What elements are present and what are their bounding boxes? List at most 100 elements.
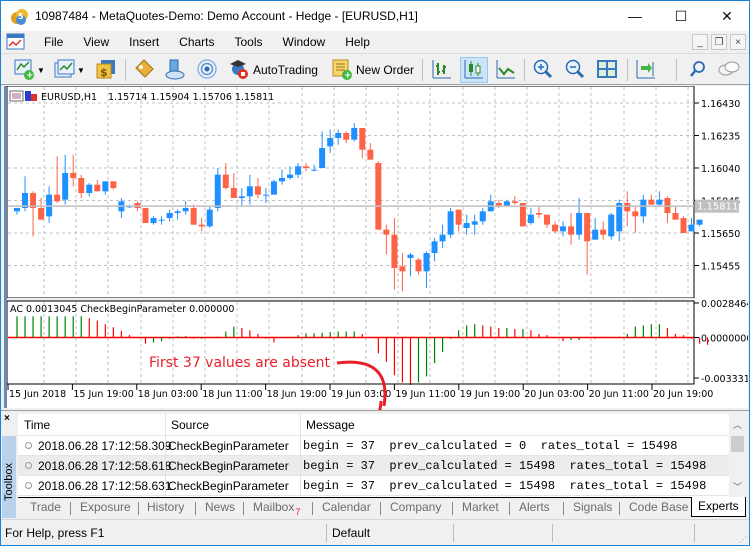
- menu-insert[interactable]: Insert: [119, 31, 169, 53]
- status-profile[interactable]: Default: [332, 526, 370, 540]
- zoom-out-button[interactable]: [564, 57, 586, 83]
- scroll-up-icon[interactable]: ︿: [729, 418, 746, 434]
- dropdown-arrow-icon[interactable]: ▼: [37, 66, 45, 75]
- candle: [142, 208, 149, 223]
- candle-body: [38, 208, 45, 220]
- tab-history[interactable]: History: [147, 500, 184, 514]
- bar-chart-button[interactable]: [429, 57, 455, 83]
- autotrading-button[interactable]: AutoTrading: [228, 57, 318, 83]
- candle-body: [278, 178, 285, 182]
- dropdown-arrow-icon[interactable]: ▼: [77, 66, 85, 75]
- price-axis-label: 1.16430: [701, 99, 740, 110]
- column-header-time[interactable]: Time: [24, 418, 50, 432]
- price-axis-label: 1.15650: [701, 229, 740, 240]
- candle-body: [415, 259, 422, 272]
- profiles-icon: [53, 58, 75, 83]
- tab-market[interactable]: Market: [462, 500, 499, 514]
- tile-windows-button[interactable]: [596, 57, 618, 83]
- maximize-button[interactable]: ☐: [658, 1, 704, 31]
- log-scrollbar[interactable]: ︿ ﹀: [729, 414, 746, 497]
- chart-close-button[interactable]: ×: [730, 34, 746, 50]
- candle-body: [86, 184, 93, 193]
- tab-alerts[interactable]: Alerts: [519, 500, 550, 514]
- tab-code-base[interactable]: Code Base: [629, 500, 688, 514]
- tab-experts[interactable]: Experts: [691, 497, 746, 517]
- tab-mailbox[interactable]: Mailbox7: [253, 500, 300, 517]
- navigator-button[interactable]: [133, 57, 155, 83]
- candle-body: [608, 214, 615, 237]
- chart-minimize-button[interactable]: _: [692, 34, 708, 50]
- menu-view[interactable]: View: [73, 31, 119, 53]
- close-button[interactable]: ✕: [704, 1, 750, 31]
- experts-log[interactable]: Time Source Message 2018.06.28 17:12:58.…: [18, 414, 729, 497]
- signal-icon: [196, 58, 218, 83]
- candle-body: [359, 128, 366, 150]
- candle-body: [14, 208, 20, 212]
- menu-file[interactable]: File: [34, 31, 73, 53]
- candle-body: [447, 211, 454, 235]
- metatrader-app-icon: 5: [9, 6, 29, 26]
- tab-company[interactable]: Company: [390, 500, 441, 514]
- candle: [608, 213, 615, 240]
- tab-calendar[interactable]: Calendar: [322, 500, 371, 514]
- tab-news[interactable]: News: [205, 500, 235, 514]
- log-row[interactable]: 2018.06.28 17:12:58.631 CheckBeginParame…: [18, 476, 729, 496]
- candle-body: [238, 196, 245, 198]
- profiles-button[interactable]: ▼: [53, 57, 85, 83]
- log-row[interactable]: 2018.06.28 17:12:58.309 CheckBeginParame…: [18, 436, 729, 456]
- new-chart-button[interactable]: + ▼: [13, 57, 45, 83]
- market-watch-button[interactable]: $: [95, 57, 117, 83]
- chart-restore-button[interactable]: ❐: [711, 34, 727, 50]
- menu-window[interactable]: Window: [273, 31, 336, 53]
- candlestick-chart-button[interactable]: [460, 57, 488, 83]
- candle-body: [270, 181, 277, 195]
- toolbox-close-icon[interactable]: ×: [4, 413, 10, 424]
- chart-symbol-label: EURUSD,H1: [41, 92, 97, 103]
- menu-charts[interactable]: Charts: [169, 31, 224, 53]
- toolbox-sidebar: × Toolbox: [1, 411, 17, 518]
- tab-trade[interactable]: Trade: [30, 500, 61, 514]
- chat-button[interactable]: [717, 57, 741, 83]
- tile-windows-icon: [596, 58, 618, 83]
- candle-body: [552, 224, 559, 232]
- status-bar: For Help, press F1 Default ⋰: [1, 519, 749, 545]
- column-header-message[interactable]: Message: [306, 418, 355, 432]
- time-axis-label: 18 Jun 03:00: [138, 389, 198, 400]
- minimize-button[interactable]: —: [612, 1, 658, 31]
- candle-body: [511, 201, 518, 203]
- column-header-source[interactable]: Source: [171, 418, 209, 432]
- line-chart-button[interactable]: [493, 57, 519, 83]
- menu-tools[interactable]: Tools: [225, 31, 273, 53]
- search-button[interactable]: [689, 57, 707, 83]
- signals-button[interactable]: [196, 57, 218, 83]
- candle-body: [535, 213, 542, 215]
- candle-body: [54, 194, 61, 202]
- candle-body: [640, 199, 647, 217]
- chart-canvas[interactable]: 1.164301.162351.160401.158451.156501.154…: [6, 85, 750, 408]
- candle: [270, 179, 277, 195]
- scroll-down-icon[interactable]: ﹀: [729, 480, 746, 496]
- tab-exposure[interactable]: Exposure: [80, 500, 131, 514]
- annotation-text: First 37 values are absent: [149, 355, 330, 371]
- strategy-tester-button[interactable]: [164, 57, 186, 83]
- toolbox-title-tab[interactable]: Toolbox: [2, 436, 16, 518]
- title-bar: 5 10987484 - MetaQuotes-Demo: Demo Accou…: [1, 1, 749, 31]
- zoom-in-button[interactable]: [532, 57, 554, 83]
- candle-body: [407, 254, 414, 258]
- log-message: begin = 37 prev_calculated = 15498 rates…: [303, 479, 707, 493]
- chart-window-icon[interactable]: [6, 33, 26, 51]
- scroll-thumb[interactable]: [731, 436, 744, 452]
- one-click-trading-icon[interactable]: [25, 91, 31, 101]
- tab-signals[interactable]: Signals: [573, 500, 612, 514]
- new-order-button[interactable]: + New Order: [331, 57, 414, 83]
- resize-grip-icon[interactable]: ⋰: [739, 535, 747, 544]
- chart-window[interactable]: 1.164301.162351.160401.158451.156501.154…: [4, 85, 750, 408]
- candle-body: [214, 174, 221, 208]
- chart-shift-button[interactable]: [635, 57, 657, 83]
- candle-body: [632, 211, 639, 217]
- info-dot-icon: [25, 462, 32, 469]
- info-dot-icon: [25, 482, 32, 489]
- candle-body: [150, 218, 157, 223]
- log-row[interactable]: 2018.06.28 17:12:58.618 CheckBeginParame…: [18, 456, 729, 476]
- menu-help[interactable]: Help: [335, 31, 380, 53]
